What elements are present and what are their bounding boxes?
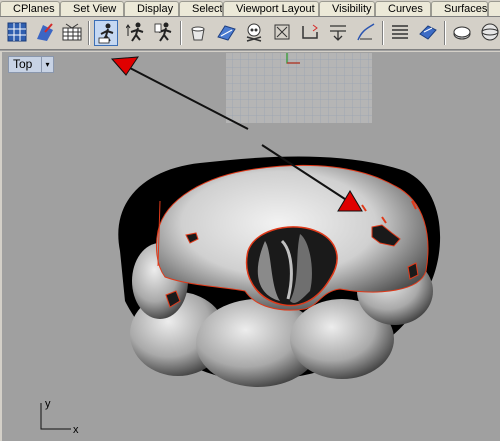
cplane-grid-icon[interactable] bbox=[5, 20, 29, 46]
axis-label-y: y bbox=[45, 398, 51, 410]
layer-lines-icon[interactable] bbox=[388, 20, 412, 46]
panel-surface-icon[interactable] bbox=[416, 20, 440, 46]
sphere-icon[interactable] bbox=[478, 20, 500, 46]
command-toolbar bbox=[0, 17, 500, 50]
surface-repair-icon[interactable] bbox=[33, 20, 57, 46]
disc-icon[interactable] bbox=[450, 20, 474, 46]
viewport-menu-dropdown[interactable]: ▾ bbox=[41, 57, 53, 72]
toolbar-tab-strip: CPlanes Set View Display Select Viewport… bbox=[0, 0, 500, 17]
mesh-wall-icon[interactable] bbox=[60, 20, 84, 46]
person-edit-tool-icon[interactable] bbox=[152, 20, 176, 46]
tab-surfaces[interactable]: Surfaces bbox=[431, 1, 488, 16]
tab-select[interactable]: Select bbox=[179, 1, 223, 16]
tab-cplanes[interactable]: CPlanes bbox=[0, 1, 60, 16]
trim-down-icon[interactable] bbox=[326, 20, 350, 46]
tab-viewport-layout[interactable]: Viewport Layout bbox=[223, 1, 319, 16]
tab-curves[interactable]: Curves bbox=[375, 1, 431, 16]
skew-surface-icon[interactable] bbox=[214, 20, 238, 46]
toolbar-separator bbox=[88, 21, 90, 45]
tab-display[interactable]: Display bbox=[124, 1, 179, 16]
toolbar-separator bbox=[180, 21, 182, 45]
rotate-frame-icon[interactable] bbox=[270, 20, 294, 46]
tab-set-view[interactable]: Set View bbox=[60, 1, 124, 16]
tab-visibility[interactable]: Visibility bbox=[319, 1, 375, 16]
person-move-tool-icon[interactable] bbox=[124, 20, 148, 46]
person-mesh-tool-icon[interactable] bbox=[94, 20, 118, 46]
bucket-icon[interactable] bbox=[186, 20, 210, 46]
viewport-scene bbox=[40, 53, 441, 430]
toolbar-separator bbox=[444, 21, 446, 45]
toolbar-separator bbox=[382, 21, 384, 45]
tab-overflow[interactable]: S bbox=[488, 1, 500, 16]
skull-icon[interactable] bbox=[242, 20, 266, 46]
axis-label-x: x bbox=[73, 424, 79, 436]
extend-curve-icon[interactable] bbox=[354, 20, 378, 46]
box-frame-icon[interactable] bbox=[298, 20, 322, 46]
